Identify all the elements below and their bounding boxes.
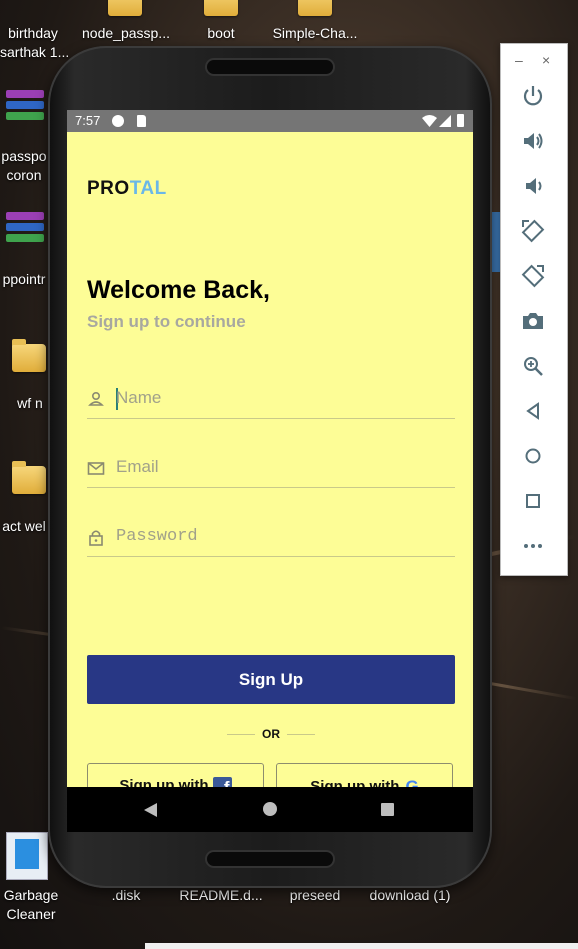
close-button[interactable]: × bbox=[542, 52, 550, 68]
desktop-icon-label: ppointr bbox=[2, 271, 46, 287]
rotate-right-icon[interactable] bbox=[520, 263, 546, 289]
archive-icon bbox=[6, 90, 44, 126]
folder-icon bbox=[204, 0, 238, 16]
emulator-toolbar: – × bbox=[500, 43, 568, 576]
email-field bbox=[87, 449, 455, 488]
zoom-icon[interactable] bbox=[520, 353, 546, 379]
desktop-icon-readme[interactable]: README.d... bbox=[172, 886, 270, 905]
battery-icon bbox=[457, 114, 464, 127]
sign-up-button[interactable]: Sign Up bbox=[87, 655, 455, 704]
status-bar: 7:57 bbox=[67, 110, 473, 132]
phone-screen: 7:57 PROTAL Welcome Back, Sign up to con… bbox=[67, 110, 473, 832]
wifi-icon bbox=[422, 115, 437, 127]
email-input[interactable] bbox=[116, 453, 446, 481]
desktop-icon-label: node_passp... bbox=[82, 25, 170, 41]
phone-speaker-top bbox=[207, 60, 333, 74]
taskbar-edge bbox=[145, 943, 578, 949]
name-field bbox=[87, 380, 455, 419]
folder-icon bbox=[108, 0, 142, 16]
nav-back-icon[interactable] bbox=[144, 803, 157, 817]
nav-overview-icon[interactable] bbox=[381, 803, 394, 816]
lock-icon bbox=[89, 530, 103, 546]
back-icon[interactable] bbox=[520, 398, 546, 424]
signal-icon bbox=[439, 115, 451, 127]
desktop-icon-partial bbox=[492, 212, 500, 272]
desktop-icon-label: passpo coron bbox=[1, 148, 47, 183]
minimize-button[interactable]: – bbox=[515, 52, 523, 68]
desktop-icon-label: birthday sarthak 1... bbox=[0, 25, 70, 60]
home-icon[interactable] bbox=[520, 443, 546, 469]
name-input[interactable] bbox=[116, 384, 446, 412]
desktop-icon-download[interactable]: download (1) bbox=[358, 886, 462, 905]
app-logo: PROTAL bbox=[87, 178, 167, 200]
or-divider: OR bbox=[227, 726, 315, 742]
mail-icon bbox=[87, 462, 105, 475]
desktop-icon-label: boot bbox=[207, 25, 235, 41]
welcome-heading: Welcome Back, bbox=[87, 276, 270, 304]
folder-icon bbox=[12, 339, 46, 372]
password-input[interactable] bbox=[116, 522, 446, 550]
camera-icon[interactable] bbox=[520, 308, 546, 334]
power-icon[interactable] bbox=[520, 83, 546, 109]
sd-card-icon bbox=[137, 115, 146, 127]
emulator-phone-frame: 7:57 PROTAL Welcome Back, Sign up to con… bbox=[48, 46, 492, 888]
logo-part-1: PRO bbox=[87, 178, 130, 199]
folder-icon bbox=[12, 461, 46, 494]
volume-down-icon[interactable] bbox=[520, 173, 546, 199]
desktop-icon-label: Simple-Cha... bbox=[272, 25, 358, 41]
overview-icon[interactable] bbox=[520, 488, 546, 514]
logo-part-2: TAL bbox=[129, 178, 167, 199]
password-field bbox=[87, 518, 455, 557]
phone-speaker-bottom bbox=[207, 852, 333, 866]
notification-icon bbox=[112, 115, 124, 127]
archive-icon bbox=[6, 212, 44, 248]
desktop-icon-label: Garbage Cleaner bbox=[3, 887, 59, 922]
desktop-icon-disk[interactable]: .disk bbox=[100, 886, 152, 905]
more-icon[interactable] bbox=[520, 533, 546, 559]
subtitle: Sign up to continue bbox=[87, 312, 246, 331]
status-time: 7:57 bbox=[75, 113, 101, 128]
divider-line bbox=[287, 734, 315, 735]
divider-line bbox=[227, 734, 255, 735]
nav-home-icon[interactable] bbox=[263, 802, 277, 816]
folder-icon bbox=[298, 0, 332, 16]
rotate-left-icon[interactable] bbox=[520, 218, 546, 244]
person-icon bbox=[88, 391, 104, 406]
desktop-icon-label: act wel bbox=[2, 518, 46, 534]
volume-up-icon[interactable] bbox=[520, 128, 546, 154]
android-nav-bar bbox=[67, 787, 473, 832]
or-label: OR bbox=[262, 727, 280, 741]
app-icon bbox=[6, 832, 48, 880]
desktop-icon-preseed[interactable]: preseed bbox=[280, 886, 350, 905]
